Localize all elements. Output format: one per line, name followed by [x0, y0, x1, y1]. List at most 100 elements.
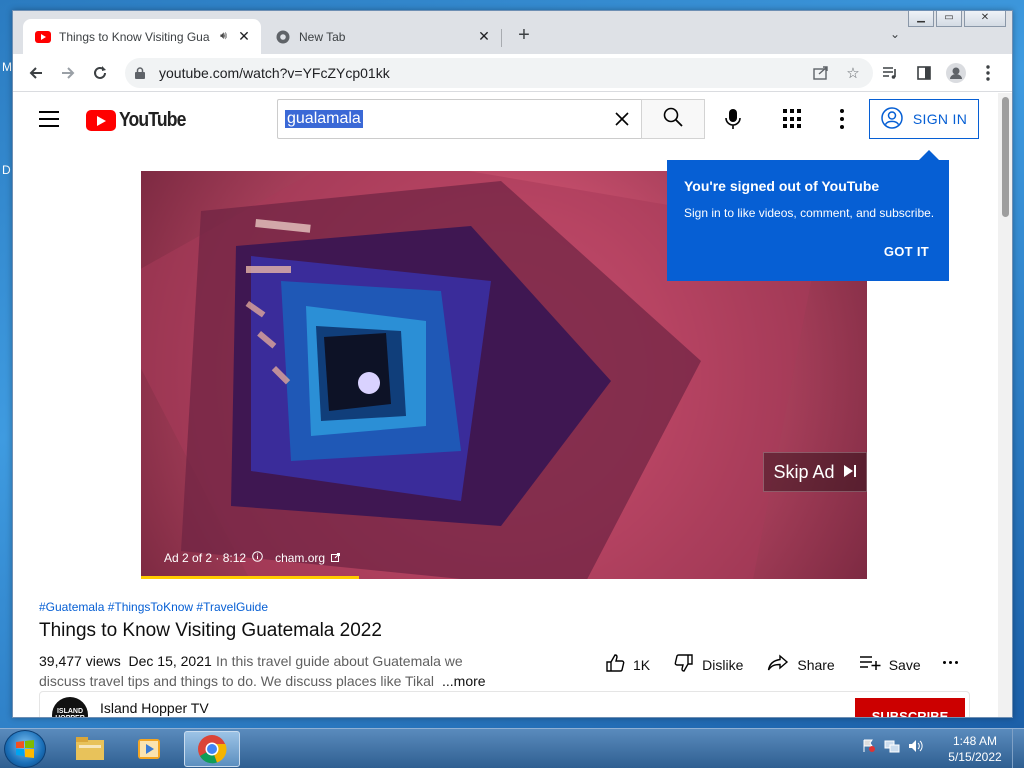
video-title: Things to Know Visiting Guatemala 2022 — [39, 620, 382, 641]
profile-avatar-icon[interactable] — [945, 62, 967, 84]
show-desktop-button[interactable] — [1012, 729, 1024, 768]
url-text[interactable]: youtube.com/watch?v=YFcZYcp01kk — [159, 65, 390, 81]
clock-time: 1:48 AM — [952, 734, 998, 748]
chrome-icon — [198, 735, 227, 764]
scrollbar-thumb[interactable] — [1002, 97, 1009, 217]
clear-search-icon[interactable] — [613, 110, 631, 128]
channel-avatar-text: ISLAND HOPPER — [55, 708, 85, 717]
start-button[interactable] — [4, 730, 46, 768]
media-queue-icon[interactable] — [879, 62, 901, 84]
volume-icon[interactable] — [908, 739, 924, 756]
search-icon — [663, 107, 683, 132]
share-button[interactable]: Share — [767, 654, 835, 675]
voice-search-mic-icon[interactable] — [721, 107, 745, 131]
ad-info-icon[interactable] — [252, 551, 263, 565]
description-line-1[interactable]: In this travel guide about Guatemala we — [216, 653, 463, 669]
page-scrollbar[interactable] — [998, 93, 1012, 717]
description-line-2[interactable]: discuss travel tips and things to do. We… — [39, 673, 434, 689]
share-label: Share — [797, 656, 835, 673]
ad-progress-bar — [141, 576, 359, 579]
tab-search-chevron-icon[interactable]: ⌄ — [885, 27, 905, 47]
channel-avatar[interactable]: ISLAND HOPPER — [52, 697, 88, 717]
taskbar-clock[interactable]: 1:48 AM 5/15/2022 — [940, 733, 1010, 765]
got-it-button[interactable]: GOT IT — [884, 244, 929, 259]
ad-info: Ad 2 of 2 · 8:12 cham.org — [164, 551, 341, 565]
search-input[interactable]: gualamala — [277, 99, 641, 139]
bookmark-star-icon[interactable]: ☆ — [843, 63, 863, 83]
skip-next-icon — [843, 462, 857, 483]
share-page-icon[interactable] — [811, 63, 831, 83]
share-arrow-icon — [767, 654, 789, 675]
chrome-favicon-icon — [275, 29, 291, 45]
thumbs-down-icon — [674, 653, 694, 676]
save-label: Save — [888, 656, 921, 673]
hamburger-menu-icon[interactable] — [39, 111, 59, 127]
clock-date: 5/15/2022 — [948, 750, 1002, 764]
window-controls: ▁ ▭ ✕ — [908, 11, 1006, 27]
dislike-button[interactable]: Dislike — [674, 653, 743, 676]
browser-toolbar: youtube.com/watch?v=YFcZYcp01kk ☆ — [13, 54, 1012, 92]
minimize-button[interactable]: ▁ — [908, 11, 934, 27]
settings-kebab-icon[interactable] — [839, 109, 845, 129]
back-arrow-icon[interactable] — [25, 62, 47, 84]
youtube-wordmark: YouTube — [119, 109, 186, 131]
lock-icon[interactable] — [135, 67, 149, 79]
external-link-icon — [331, 551, 341, 565]
skip-ad-label: Skip Ad — [773, 461, 835, 482]
taskbar-file-explorer[interactable] — [62, 731, 118, 767]
like-button[interactable]: 1K — [605, 653, 650, 676]
search-query-text[interactable]: gualamala — [285, 110, 363, 128]
advertiser-link[interactable]: cham.org — [275, 551, 325, 565]
tooltip-body: Sign in to like videos, comment, and sub… — [684, 206, 935, 220]
action-center-flag-icon[interactable] — [862, 739, 876, 756]
address-bar[interactable]: youtube.com/watch?v=YFcZYcp01kk ☆ — [125, 58, 873, 88]
taskbar-chrome[interactable] — [184, 731, 240, 767]
browser-menu-icon[interactable] — [977, 62, 999, 84]
taskbar-media-player[interactable] — [122, 731, 178, 767]
show-more-link[interactable]: ...more — [442, 673, 486, 689]
video-stats: 39,477 views Dec 15, 2021 — [39, 653, 212, 669]
apps-grid-icon[interactable] — [783, 109, 803, 129]
youtube-play-icon — [86, 110, 116, 131]
signed-out-tooltip: You're signed out of YouTube Sign in to … — [667, 150, 949, 281]
windows-logo-icon — [16, 740, 34, 758]
speaker-icon[interactable]: 🔊︎ — [220, 30, 227, 43]
subscribe-button[interactable]: SUBSCRIBE — [855, 698, 965, 717]
tab-youtube[interactable]: Things to Know Visiting Gua 🔊︎ ✕ — [23, 19, 261, 54]
desktop-icon-fragment[interactable]: D — [2, 163, 11, 177]
close-tab-icon[interactable]: ✕ — [475, 28, 493, 46]
save-button[interactable]: Save — [859, 655, 921, 674]
system-tray — [862, 739, 924, 756]
tab-strip: Things to Know Visiting Gua 🔊︎ ✕ New Tab… — [13, 11, 1012, 54]
windows-taskbar: 1:48 AM 5/15/2022 — [0, 728, 1024, 768]
reload-icon[interactable] — [89, 62, 111, 84]
more-actions-icon[interactable] — [943, 661, 959, 664]
skip-ad-button[interactable]: Skip Ad — [763, 452, 867, 492]
network-icon[interactable] — [884, 739, 900, 756]
desktop-icon-fragment[interactable]: M — [2, 60, 12, 74]
account-circle-icon — [881, 106, 903, 132]
youtube-logo[interactable]: YouTube — [86, 109, 195, 132]
dislike-label: Dislike — [702, 656, 744, 673]
search-button[interactable] — [641, 99, 705, 139]
new-tab-button[interactable]: + — [513, 25, 535, 47]
tab-new-tab[interactable]: New Tab ✕ — [263, 19, 501, 54]
channel-name[interactable]: Island Hopper TV — [100, 700, 209, 716]
view-count: 39,477 views — [39, 653, 121, 669]
thumbs-up-icon — [605, 653, 625, 676]
sign-in-button[interactable]: SIGN IN — [869, 99, 979, 139]
browser-window: Things to Know Visiting Gua 🔊︎ ✕ New Tab… — [12, 10, 1013, 718]
forward-arrow-icon[interactable] — [57, 62, 79, 84]
restore-button[interactable]: ▭ — [936, 11, 962, 27]
tab-title: New Tab — [299, 29, 346, 44]
tab-divider — [501, 29, 502, 47]
side-panel-icon[interactable] — [913, 62, 935, 84]
media-player-icon — [138, 739, 160, 759]
video-actions: 1K Dislike Share Save — [605, 653, 945, 676]
youtube-header: YouTube gualamala SIGN IN — [13, 93, 998, 149]
close-window-button[interactable]: ✕ — [964, 11, 1006, 27]
video-hashtags[interactable]: #Guatemala #ThingsToKnow #TravelGuide — [39, 600, 268, 614]
close-tab-icon[interactable]: ✕ — [235, 28, 253, 46]
folder-icon — [76, 737, 104, 760]
add-to-playlist-icon — [859, 655, 881, 674]
